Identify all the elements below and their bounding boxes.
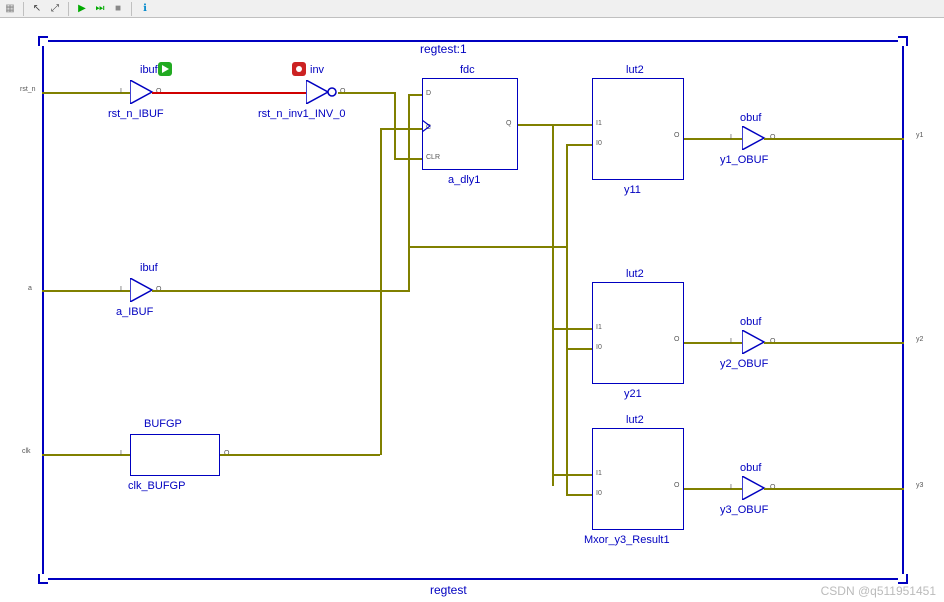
- wire-selected[interactable]: [152, 92, 306, 94]
- pin-label-i: I: [120, 450, 122, 457]
- wire: [42, 290, 130, 292]
- pin-label-i: I: [730, 338, 732, 345]
- toolbar-sep: [23, 2, 24, 16]
- pin-label-i: I: [730, 484, 732, 491]
- info-icon[interactable]: ℹ: [137, 2, 153, 16]
- lut2c-i0: I0: [596, 490, 602, 497]
- port-a: a: [28, 285, 32, 292]
- schematic-canvas[interactable]: regtest:1 regtest rst_n a clk y1 y2 y3 i…: [0, 20, 944, 602]
- ibuf-inst-name: rst_n_IBUF: [108, 108, 164, 120]
- fdc-inst-name: a_dly1: [448, 174, 480, 186]
- wire: [518, 124, 554, 126]
- wire: [408, 246, 410, 291]
- lut2b-o: O: [674, 336, 679, 343]
- lut2a-name: y11: [624, 184, 641, 196]
- wire: [764, 342, 904, 344]
- zoom-icon[interactable]: ⤢: [47, 2, 63, 16]
- wire: [380, 128, 422, 130]
- obuf3-type: obuf: [740, 462, 761, 474]
- wire: [552, 474, 592, 476]
- play-icon[interactable]: ▶: [74, 2, 90, 16]
- wire: [408, 246, 568, 248]
- lut2a-i1: I1: [596, 120, 602, 127]
- lut2-y11[interactable]: [592, 78, 684, 180]
- marker-red-icon: [292, 62, 306, 76]
- lut2c-o: O: [674, 482, 679, 489]
- port-clk: clk: [22, 448, 31, 455]
- wire: [684, 138, 742, 140]
- clock-edge-icon: [422, 120, 432, 132]
- lut2a-type: lut2: [626, 64, 644, 76]
- bufgp-block[interactable]: [130, 434, 220, 476]
- lut2-mxor[interactable]: [592, 428, 684, 530]
- fdc-pin-q: Q: [506, 120, 511, 127]
- ibuf2-type: ibuf: [140, 262, 158, 274]
- step-icon[interactable]: ⏭: [92, 2, 108, 16]
- wire: [764, 138, 904, 140]
- lut2a-o: O: [674, 132, 679, 139]
- module-instance-title: regtest:1: [420, 42, 467, 56]
- wire: [42, 454, 130, 456]
- cursor-icon[interactable]: ↖: [29, 2, 45, 16]
- module-name: regtest: [430, 583, 467, 597]
- wire: [764, 488, 904, 490]
- wire: [152, 290, 410, 292]
- obuf2-name: y2_OBUF: [720, 358, 768, 370]
- lut2b-name: y21: [624, 388, 642, 400]
- lut2c-name: Mxor_y3_Result1: [584, 534, 670, 546]
- port-y1: y1: [916, 132, 923, 139]
- wire: [338, 92, 394, 94]
- lut2c-i1: I1: [596, 470, 602, 477]
- wire: [566, 144, 592, 146]
- bufgp-name: clk_BUFGP: [128, 480, 185, 492]
- toolbar-sep: [68, 2, 69, 16]
- obuf2-type: obuf: [740, 316, 761, 328]
- inverter-rst-n-inv[interactable]: [306, 80, 340, 104]
- port-y2: y2: [916, 336, 923, 343]
- pin-label-i: I: [730, 134, 732, 141]
- grid-icon[interactable]: ▦: [2, 2, 18, 16]
- wire: [552, 124, 554, 486]
- obuf1-type: obuf: [740, 112, 761, 124]
- lut2a-i0: I0: [596, 140, 602, 147]
- fdc-pin-d: D: [426, 90, 431, 97]
- stop-icon[interactable]: ■: [110, 2, 126, 16]
- lut2b-i1: I1: [596, 324, 602, 331]
- lut2b-type: lut2: [626, 268, 644, 280]
- fdc-type-label: fdc: [460, 64, 475, 76]
- obuf1-name: y1_OBUF: [720, 154, 768, 166]
- wire: [408, 94, 422, 96]
- wire: [566, 144, 568, 494]
- fdc-pin-clr: CLR: [426, 154, 440, 161]
- toolbar-sep: [131, 2, 132, 16]
- lut2c-type: lut2: [626, 414, 644, 426]
- wire: [552, 124, 592, 126]
- ibuf-type-label: ibuf: [140, 64, 158, 76]
- inv-type-label: inv: [310, 64, 324, 76]
- obuf3-name: y3_OBUF: [720, 504, 768, 516]
- wire: [684, 488, 742, 490]
- pin-label-i: I: [120, 88, 122, 95]
- wire: [42, 92, 130, 94]
- ibuf2-name: a_IBUF: [116, 306, 153, 318]
- inv-inst-name: rst_n_inv1_INV_0: [258, 108, 345, 120]
- wire: [380, 128, 382, 455]
- toolbar: ▦ ↖ ⤢ ▶ ⏭ ■ ℹ: [0, 0, 944, 18]
- port-rst-n: rst_n: [20, 86, 36, 93]
- lut2-y21[interactable]: [592, 282, 684, 384]
- bufgp-type: BUFGP: [144, 418, 182, 430]
- port-y3: y3: [916, 482, 923, 489]
- wire: [552, 328, 592, 330]
- wire: [684, 342, 742, 344]
- wire: [566, 348, 592, 350]
- wire: [220, 454, 380, 456]
- wire: [566, 494, 592, 496]
- marker-green-icon: [158, 62, 172, 76]
- wire: [394, 92, 396, 160]
- watermark-text: CSDN @q511951451: [821, 584, 936, 598]
- lut2b-i0: I0: [596, 344, 602, 351]
- pin-label-i: I: [120, 286, 122, 293]
